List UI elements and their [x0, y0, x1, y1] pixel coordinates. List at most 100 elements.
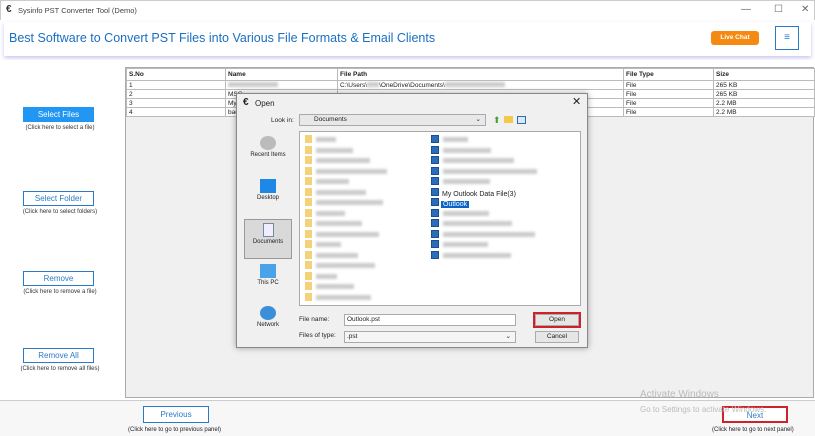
- folder-icon[interactable]: [305, 282, 312, 290]
- folder-icon[interactable]: [305, 187, 312, 196]
- folder-icon[interactable]: [305, 240, 312, 248]
- folder-icon[interactable]: [305, 271, 312, 280]
- chevron-down-icon: ⌄: [505, 333, 511, 340]
- col-path[interactable]: File Path: [337, 68, 624, 81]
- cell-sno: 1: [126, 80, 226, 90]
- col-size[interactable]: Size: [713, 68, 815, 81]
- file-name[interactable]: [443, 158, 514, 163]
- look-in-dropdown[interactable]: Documents ⌄: [299, 114, 486, 126]
- select-folder-button[interactable]: Select Folder: [23, 191, 94, 206]
- folder-name[interactable]: [316, 263, 375, 268]
- col-name[interactable]: Name: [225, 68, 338, 81]
- view-menu-icon[interactable]: [517, 116, 526, 124]
- folder-icon[interactable]: [305, 292, 312, 301]
- folder-icon[interactable]: [305, 135, 312, 143]
- folder-name[interactable]: [316, 221, 362, 226]
- folder-icon[interactable]: [305, 177, 312, 185]
- place-recent-items[interactable]: Recent Items: [244, 133, 292, 173]
- pst-file-icon[interactable]: [431, 208, 439, 217]
- folder-name[interactable]: [316, 158, 370, 163]
- folder-name[interactable]: [316, 168, 387, 174]
- folder-icon[interactable]: [305, 229, 312, 238]
- file-name[interactable]: [443, 168, 537, 174]
- folder-name[interactable]: [316, 210, 345, 216]
- new-folder-icon[interactable]: [504, 116, 513, 123]
- pst-file-icon[interactable]: [431, 156, 439, 164]
- file-name[interactable]: [443, 137, 468, 142]
- cancel-button[interactable]: Cancel: [535, 331, 579, 343]
- file-name[interactable]: [443, 242, 488, 247]
- remove-all-button[interactable]: Remove All: [23, 348, 94, 363]
- folder-icon[interactable]: [305, 208, 312, 217]
- open-button[interactable]: Open: [533, 312, 581, 328]
- folder-name[interactable]: [316, 242, 341, 247]
- col-sno[interactable]: S.No: [126, 68, 226, 81]
- pst-file-icon[interactable]: [431, 229, 439, 238]
- folder-name[interactable]: [316, 147, 353, 153]
- file-name[interactable]: [443, 252, 511, 258]
- file-type-select[interactable]: .pst ⌄: [344, 331, 516, 343]
- place-network[interactable]: Network: [244, 303, 292, 343]
- pst-file-icon[interactable]: [431, 219, 439, 227]
- cell-type: File: [623, 80, 714, 90]
- place-documents[interactable]: Documents: [244, 219, 292, 259]
- minimize-button[interactable]: —: [741, 4, 751, 15]
- pst-file-icon[interactable]: [431, 166, 439, 175]
- watermark-line1: Activate Windows: [640, 389, 719, 400]
- remove-button[interactable]: Remove: [23, 271, 94, 286]
- cell-size: 265 KB: [713, 89, 815, 99]
- place-this-pc[interactable]: This PC: [244, 261, 292, 301]
- folder-name[interactable]: [316, 273, 337, 279]
- pst-file-icon[interactable]: [431, 198, 439, 206]
- folder-name[interactable]: [316, 200, 383, 205]
- folder-name[interactable]: [316, 252, 358, 258]
- dialog-close-button[interactable]: ✕: [572, 95, 581, 108]
- place-desktop[interactable]: Desktop: [244, 176, 292, 216]
- pst-file-icon[interactable]: [431, 250, 439, 259]
- folder-name[interactable]: [316, 294, 371, 300]
- close-button[interactable]: ✕: [801, 4, 809, 15]
- file-name[interactable]: [443, 179, 490, 184]
- maximize-button[interactable]: ☐: [774, 4, 783, 15]
- file-name[interactable]: [443, 210, 489, 216]
- pst-file-icon[interactable]: [431, 187, 439, 196]
- folder-name[interactable]: [316, 189, 366, 195]
- file-name-input[interactable]: Outlook.pst: [344, 314, 516, 326]
- file-name[interactable]: [443, 147, 491, 153]
- file-name[interactable]: [443, 221, 512, 226]
- folder-icon[interactable]: [305, 166, 312, 175]
- folder-icon[interactable]: [305, 145, 312, 154]
- cell-path: C:\Users\ \OneDrive\Documents\: [337, 80, 624, 90]
- pst-file-icon[interactable]: [431, 240, 439, 248]
- cell-sno: 3: [126, 98, 226, 108]
- title-bar: € Sysinfo PST Converter Tool (Demo) — ☐ …: [0, 0, 815, 20]
- app-logo-icon: €: [6, 4, 12, 15]
- pst-file-icon[interactable]: [431, 145, 439, 154]
- menu-button[interactable]: ≡: [775, 26, 799, 50]
- folder-icon[interactable]: [305, 261, 312, 269]
- cell-type: File: [623, 89, 714, 99]
- file-list[interactable]: My Outlook Data File(3) Outlook: [299, 131, 581, 306]
- previous-button[interactable]: Previous: [143, 406, 209, 423]
- select-files-button[interactable]: Select Files: [23, 107, 94, 122]
- this-pc-icon: [260, 264, 276, 278]
- folder-name[interactable]: [316, 284, 354, 289]
- desktop-icon: [260, 179, 276, 193]
- live-chat-button[interactable]: Live Chat: [711, 31, 759, 45]
- folder-name[interactable]: [316, 231, 379, 237]
- file-item[interactable]: My Outlook Data File(3): [442, 191, 516, 198]
- folder-icon[interactable]: [305, 250, 312, 259]
- folder-name[interactable]: [316, 179, 349, 184]
- folder-icon[interactable]: [305, 219, 312, 227]
- folder-icon[interactable]: [305, 198, 312, 206]
- table-row[interactable]: 1 C:\Users\ \OneDrive\Documents\ File 265…: [126, 80, 815, 90]
- file-item-selected[interactable]: Outlook: [441, 201, 470, 208]
- col-type[interactable]: File Type: [623, 68, 714, 81]
- file-name[interactable]: [443, 231, 535, 237]
- place-label: Network: [256, 322, 279, 328]
- up-folder-icon[interactable]: ⬆: [493, 115, 501, 126]
- folder-name[interactable]: [316, 137, 336, 142]
- pst-file-icon[interactable]: [431, 135, 439, 143]
- folder-icon[interactable]: [305, 156, 312, 164]
- pst-file-icon[interactable]: [431, 177, 439, 185]
